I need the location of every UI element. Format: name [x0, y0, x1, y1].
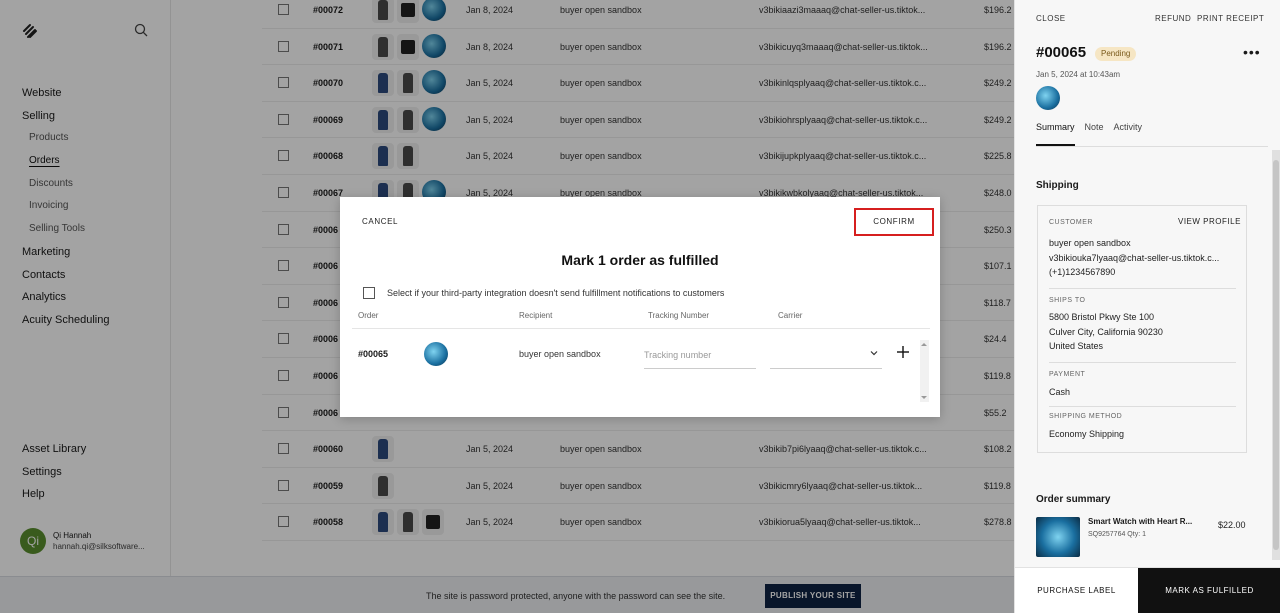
customer-name: buyer open sandbox — [1049, 238, 1131, 248]
view-profile-link[interactable]: VIEW PROFILE — [1178, 217, 1241, 226]
modal-scrollbar[interactable] — [920, 340, 929, 402]
summary-item-price: $22.00 — [1218, 520, 1246, 530]
customer-phone: (+1)1234567890 — [1049, 267, 1116, 277]
summary-item[interactable]: Smart Watch with Heart R... SQ9257764 Qt… — [1036, 517, 1210, 557]
cancel-button[interactable]: CANCEL — [362, 217, 398, 226]
mark-as-fulfilled-button[interactable]: MARK AS FULFILLED — [1138, 568, 1280, 613]
shipping-method-value: Economy Shipping — [1049, 429, 1125, 439]
third-party-checkbox[interactable] — [363, 287, 375, 299]
tracking-number-input[interactable] — [644, 341, 756, 369]
address-line-1: 5800 Bristol Pkwy Ste 100 — [1049, 312, 1155, 322]
tab-summary[interactable]: Summary — [1036, 122, 1075, 146]
panel-tabs: Summary Note Activity — [1036, 122, 1142, 146]
product-thumbnail — [1036, 86, 1060, 110]
confirm-button[interactable]: CONFIRM — [854, 208, 934, 236]
col-carrier-header: Carrier — [778, 311, 803, 320]
shipping-heading: Shipping — [1036, 180, 1079, 191]
payment-value: Cash — [1049, 387, 1071, 397]
modal-product-thumbnail — [424, 342, 448, 366]
order-detail-panel: CLOSE REFUND PRINT RECEIPT #00065 Pendin… — [1014, 0, 1280, 613]
summary-item-sku: SQ9257764 Qty: 1 — [1088, 531, 1146, 538]
summary-item-name: Smart Watch with Heart R... — [1088, 517, 1193, 526]
tab-divider — [1036, 146, 1268, 147]
order-timestamp: Jan 5, 2024 at 10:43am — [1036, 70, 1121, 79]
customer-label: CUSTOMER — [1049, 219, 1093, 226]
more-options-icon[interactable]: ••• — [1243, 44, 1261, 60]
tab-note[interactable]: Note — [1085, 122, 1104, 146]
print-receipt-button[interactable]: PRINT RECEIPT — [1197, 14, 1264, 23]
address-line-2: Culver City, California 90230 — [1049, 326, 1163, 337]
summary-item-thumbnail — [1036, 517, 1080, 557]
chevron-down-icon — [870, 351, 878, 356]
card-divider — [1049, 406, 1236, 407]
carrier-select[interactable] — [770, 341, 882, 369]
scroll-up-icon[interactable] — [921, 343, 927, 346]
shipping-method-label: SHIPPING METHOD — [1049, 413, 1123, 420]
address-line-3: United States — [1049, 341, 1104, 351]
modal-recipient: buyer open sandbox — [519, 349, 601, 359]
add-tracking-icon[interactable] — [896, 345, 910, 359]
col-order-header: Order — [358, 311, 379, 320]
col-tracking-header: Tracking Number — [648, 311, 710, 320]
status-badge: Pending — [1095, 47, 1137, 61]
modal-title: Mark 1 order as fulfilled — [561, 252, 719, 268]
panel-footer: PURCHASE LABEL MARK AS FULFILLED — [1015, 567, 1280, 613]
payment-label: PAYMENT — [1049, 371, 1086, 378]
fulfill-modal: CANCEL CONFIRM Mark 1 order as fulfilled… — [340, 197, 940, 417]
close-button[interactable]: CLOSE — [1036, 14, 1066, 23]
tab-activity[interactable]: Activity — [1114, 122, 1143, 146]
card-divider — [1049, 362, 1236, 363]
customer-email: v3bikiouka7lyaaq@chat-seller-us.tiktok.c… — [1049, 252, 1220, 263]
panel-scrollbar[interactable] — [1272, 150, 1280, 560]
card-divider — [1049, 288, 1236, 289]
purchase-label-button[interactable]: PURCHASE LABEL — [1015, 568, 1138, 613]
refund-button[interactable]: REFUND — [1155, 14, 1191, 23]
header-divider — [352, 328, 930, 329]
modal-order-number: #00065 — [358, 349, 389, 359]
scroll-down-icon[interactable] — [921, 396, 927, 399]
third-party-checkbox-label: Select if your third-party integration d… — [387, 288, 725, 298]
shipping-card: CUSTOMER VIEW PROFILE buyer open sandbox… — [1037, 205, 1247, 453]
col-recipient-header: Recipient — [519, 311, 553, 320]
order-number: #00065 — [1036, 44, 1087, 61]
order-summary-heading: Order summary — [1036, 494, 1111, 505]
ships-to-label: SHIPS TO — [1049, 297, 1086, 304]
